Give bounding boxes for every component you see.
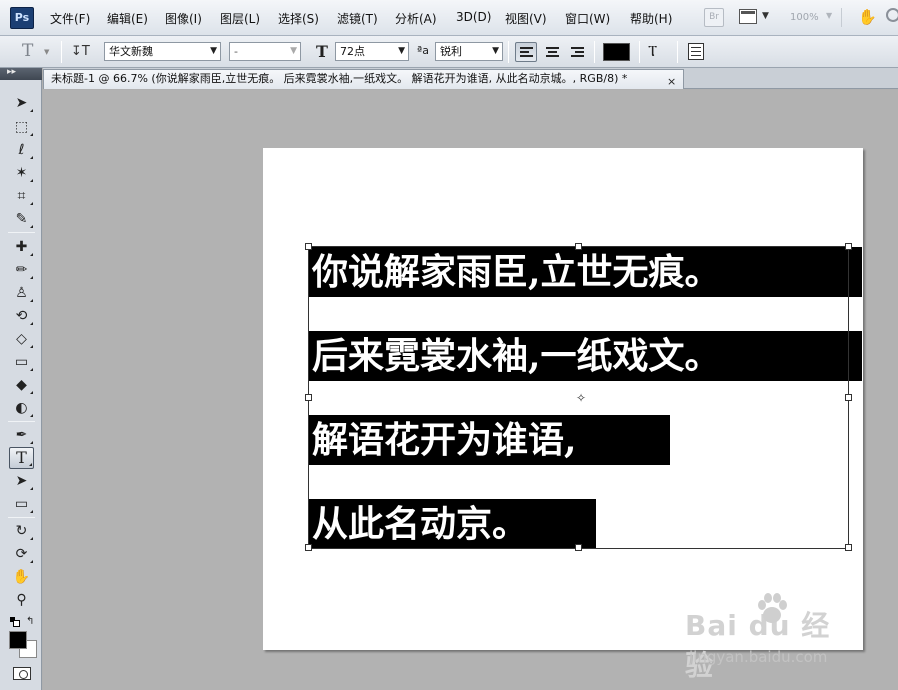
- menu-layer[interactable]: 图层(L): [220, 10, 260, 27]
- text-bounding-box[interactable]: ✧: [305, 243, 852, 551]
- menu-file[interactable]: 文件(F): [50, 10, 90, 27]
- antialias-label: a: [422, 44, 429, 57]
- menu-help[interactable]: 帮助(H): [630, 10, 672, 27]
- resize-handle-top-right[interactable]: [845, 243, 852, 250]
- toolbox-header[interactable]: ▸▸: [0, 67, 42, 80]
- photoshop-logo[interactable]: Ps: [10, 7, 34, 29]
- antialias-dropdown[interactable]: 锐利 ▼: [435, 42, 503, 61]
- font-size-icon: T: [316, 42, 328, 61]
- text-orientation-icon[interactable]: ↧T: [71, 44, 90, 59]
- divider: [61, 41, 62, 63]
- document-tab-title: 未标题-1 @ 66.7% (你说解家雨臣,立世无痕。 后来霓裳水袖,一纸戏文。…: [51, 72, 628, 85]
- default-colors-icon[interactable]: [10, 617, 20, 627]
- resize-handle-right[interactable]: [845, 394, 852, 401]
- align-right-button[interactable]: [566, 42, 588, 62]
- font-family-value: 华文新魏: [109, 45, 153, 58]
- baidu-watermark: Bai du 经验 jingyan.baidu.com: [685, 592, 855, 682]
- divider: [594, 41, 595, 63]
- menu-window[interactable]: 窗口(W): [565, 10, 610, 27]
- menu-bar: Ps 文件(F) 编辑(E) 图像(I) 图层(L) 选择(S) 滤镜(T) 分…: [0, 0, 898, 36]
- options-bar: T ▼ ↧T 华文新魏 ▼ - ▼ T 72点 ▼ ªa 锐利 ▼ Ⲧ: [0, 36, 898, 68]
- menu-3d[interactable]: 3D(D): [456, 10, 491, 24]
- zoom-dropdown-arrow-icon[interactable]: ▼: [826, 11, 832, 20]
- healing-brush-tool-icon[interactable]: ✚: [9, 236, 34, 258]
- chevron-down-icon: ▼: [290, 46, 297, 56]
- blur-tool-icon[interactable]: ◆: [9, 374, 34, 396]
- paw-icon: [758, 593, 787, 623]
- divider: [508, 41, 509, 63]
- zoom-tool-icon[interactable]: [886, 8, 898, 22]
- history-brush-tool-icon[interactable]: ⟲: [9, 305, 34, 327]
- watermark-url: jingyan.baidu.com: [689, 648, 828, 666]
- align-left-button[interactable]: [515, 42, 537, 62]
- menu-view[interactable]: 视图(V): [505, 10, 547, 27]
- document-tab-bar: 未标题-1 @ 66.7% (你说解家雨臣,立世无痕。 后来霓裳水袖,一纸戏文。…: [43, 68, 898, 89]
- zoom-tool-icon[interactable]: ⚲: [9, 589, 34, 611]
- foreground-color-swatch[interactable]: [9, 631, 27, 649]
- resize-handle-top-left[interactable]: [305, 243, 312, 250]
- gradient-tool-icon[interactable]: ▭: [9, 351, 34, 373]
- type-tool-icon[interactable]: T: [9, 447, 34, 469]
- quick-mask-icon[interactable]: [13, 667, 31, 680]
- chevron-down-icon: ▼: [398, 46, 405, 56]
- collapse-icon[interactable]: ▸▸: [7, 67, 16, 77]
- resize-handle-left[interactable]: [305, 394, 312, 401]
- text-color-swatch[interactable]: [603, 43, 630, 61]
- resize-handle-bottom-right[interactable]: [845, 544, 852, 551]
- menu-filter[interactable]: 滤镜(T): [337, 10, 378, 27]
- menu-select[interactable]: 选择(S): [278, 10, 319, 27]
- reference-point-icon[interactable]: ✧: [576, 391, 586, 405]
- resize-handle-bottom-left[interactable]: [305, 544, 312, 551]
- clone-stamp-tool-icon[interactable]: ♙: [9, 282, 34, 304]
- hand-tool-icon[interactable]: ✋: [9, 566, 34, 588]
- close-icon[interactable]: ×: [667, 73, 676, 89]
- character-panel-icon[interactable]: [688, 43, 704, 60]
- document-tab[interactable]: 未标题-1 @ 66.7% (你说解家雨臣,立世无痕。 后来霓裳水袖,一纸戏文。…: [43, 69, 684, 89]
- font-family-dropdown[interactable]: 华文新魏 ▼: [104, 42, 221, 61]
- chevron-down-icon: ▼: [492, 46, 499, 56]
- divider: [639, 41, 640, 63]
- zoom-level-field[interactable]: 100%: [784, 8, 842, 27]
- menu-analysis[interactable]: 分析(A): [395, 10, 437, 27]
- brush-tool-icon[interactable]: ✏: [9, 259, 34, 281]
- font-style-dropdown[interactable]: - ▼: [229, 42, 301, 61]
- screen-mode-icon[interactable]: [739, 9, 757, 24]
- eraser-tool-icon[interactable]: ◇: [9, 328, 34, 350]
- 3d-rotate-tool-icon[interactable]: ↻: [9, 520, 34, 542]
- marquee-tool-icon[interactable]: ⬚: [9, 116, 34, 138]
- toolbox: ▸▸ ➤ ⬚ ℓ ✶ ⌗ ✎ ✚ ✏ ♙ ⟲ ◇ ▭ ◆ ◐ ✒ T ➤ ▭ ↻…: [0, 67, 42, 690]
- resize-handle-top[interactable]: [575, 243, 582, 250]
- magic-wand-tool-icon[interactable]: ✶: [9, 162, 34, 184]
- resize-handle-bottom[interactable]: [575, 544, 582, 551]
- font-style-value: -: [234, 45, 238, 58]
- divider: [677, 41, 678, 63]
- rectangle-tool-icon[interactable]: ▭: [9, 493, 34, 515]
- align-center-button[interactable]: [541, 42, 563, 62]
- swap-colors-icon[interactable]: ↰: [26, 616, 34, 627]
- screen-mode-arrow-icon[interactable]: ▼: [762, 11, 769, 21]
- tool-preset-arrow-icon[interactable]: ▼: [44, 48, 49, 56]
- move-tool-icon[interactable]: ➤: [9, 92, 34, 114]
- 3d-orbit-tool-icon[interactable]: ⟳: [9, 543, 34, 565]
- menu-image[interactable]: 图像(I): [165, 10, 202, 27]
- document-canvas[interactable]: 你说解家雨臣,立世无痕。 后来霓裳水袖,一纸戏文。 解语花开为谁语, 从此名动京…: [263, 148, 863, 650]
- chevron-down-icon: ▼: [210, 46, 217, 56]
- crop-tool-icon[interactable]: ⌗: [9, 185, 34, 207]
- dodge-tool-icon[interactable]: ◐: [9, 397, 34, 419]
- warp-text-icon[interactable]: Ⲧ: [648, 42, 657, 60]
- menu-edit[interactable]: 编辑(E): [107, 10, 148, 27]
- bridge-button[interactable]: Br: [704, 8, 724, 27]
- type-tool-preset-icon[interactable]: T: [22, 41, 33, 61]
- eyedropper-tool-icon[interactable]: ✎: [9, 208, 34, 230]
- lasso-tool-icon[interactable]: ℓ: [9, 139, 34, 161]
- antialias-icon: ªa: [417, 44, 429, 57]
- pen-tool-icon[interactable]: ✒: [9, 424, 34, 446]
- path-selection-tool-icon[interactable]: ➤: [9, 470, 34, 492]
- hand-tool-icon[interactable]: ✋: [858, 8, 877, 26]
- font-size-value: 72点: [340, 45, 365, 58]
- font-size-dropdown[interactable]: 72点 ▼: [335, 42, 409, 61]
- antialias-value: 锐利: [440, 45, 462, 58]
